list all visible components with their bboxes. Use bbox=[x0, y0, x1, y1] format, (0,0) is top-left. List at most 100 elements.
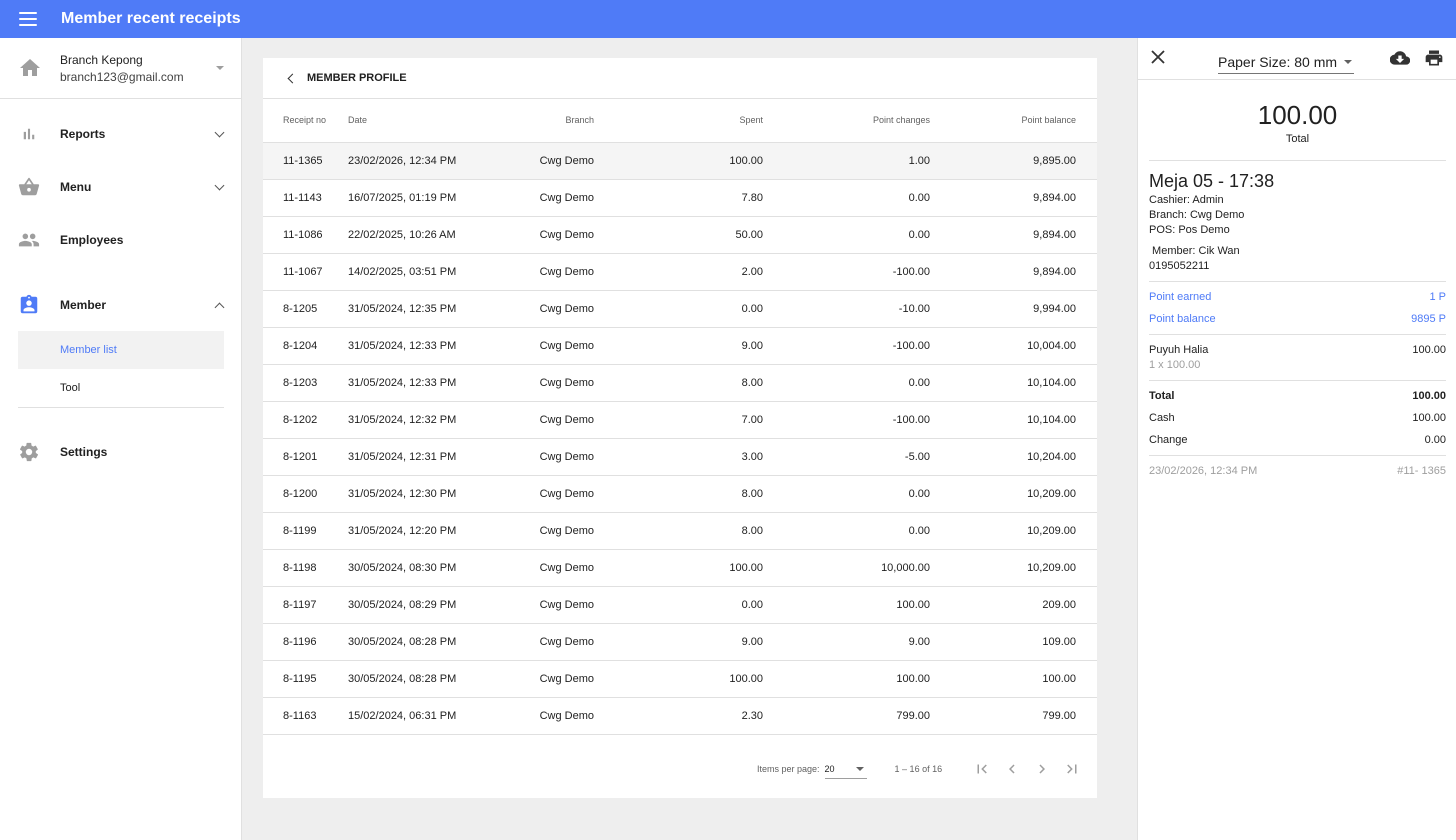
column-header-branch[interactable]: Branch bbox=[498, 99, 594, 143]
table-row[interactable]: 11-1143 16/07/2025, 01:19 PM Cwg Demo 7.80 0… bbox=[263, 179, 1097, 217]
point-balance-cell: 10,104.00 bbox=[930, 401, 1097, 439]
point-earned-row: Point earned 1 P bbox=[1149, 291, 1446, 303]
items-per-page-select[interactable]: 20 bbox=[824, 759, 867, 779]
table-row[interactable]: 11-1067 14/02/2025, 03:51 PM Cwg Demo 2.00-… bbox=[263, 253, 1097, 291]
account-switcher[interactable]: Branch Kepong branch123@gmail.com bbox=[0, 38, 241, 99]
table-row[interactable]: 8-1197 30/05/2024, 08:29 PM Cwg Demo 0.00 10… bbox=[263, 586, 1097, 624]
point-earned-value: 1 P bbox=[1429, 291, 1446, 303]
table-row[interactable]: 11-1086 22/02/2025, 10:26 AM Cwg Demo 50.00… bbox=[263, 216, 1097, 254]
sidebar-item-reports[interactable]: Reports bbox=[0, 107, 241, 160]
branch-cell: Cwg Demo bbox=[498, 327, 594, 365]
column-header-receipt-no[interactable]: Receipt no bbox=[263, 99, 348, 143]
point-changes-cell: -100.00 bbox=[763, 253, 930, 291]
branch-cell: Cwg Demo bbox=[498, 586, 594, 624]
branch-cell: Cwg Demo bbox=[498, 290, 594, 328]
next-page-button[interactable] bbox=[1032, 759, 1052, 779]
table-row[interactable]: 8-1195 30/05/2024, 08:28 PM Cwg Demo 100.00… bbox=[263, 660, 1097, 698]
table-row[interactable]: 8-1200 31/05/2024, 12:30 PM Cwg Demo 8.00 0.… bbox=[263, 475, 1097, 513]
spent-cell: 2.00 bbox=[594, 253, 763, 291]
member-profile-card: MEMBER PROFILE Receipt no Date Branch Sp… bbox=[263, 58, 1097, 798]
receipt-change-row: Change 0.00 bbox=[1149, 434, 1446, 446]
spent-cell: 0.00 bbox=[594, 586, 763, 624]
gear-icon bbox=[18, 441, 40, 463]
cloud-download-icon[interactable] bbox=[1390, 48, 1410, 68]
point-changes-cell: 10,000.00 bbox=[763, 549, 930, 587]
page-title: Member recent receipts bbox=[61, 10, 241, 27]
spent-cell: 9.00 bbox=[594, 623, 763, 661]
spent-cell: 8.00 bbox=[594, 512, 763, 550]
table-row[interactable]: 8-1199 31/05/2024, 12:20 PM Cwg Demo 8.00 0.… bbox=[263, 512, 1097, 550]
point-changes-cell: 0.00 bbox=[763, 512, 930, 550]
spent-cell: 100.00 bbox=[594, 660, 763, 698]
table-row[interactable]: 8-1201 31/05/2024, 12:31 PM Cwg Demo 3.00 -5… bbox=[263, 438, 1097, 476]
table-row[interactable]: 8-1196 30/05/2024, 08:28 PM Cwg Demo 9.00 9.… bbox=[263, 623, 1097, 661]
point-changes-cell: 0.00 bbox=[763, 364, 930, 402]
receipt-total-amount: 100.00 bbox=[1257, 100, 1338, 130]
sidebar-item-label: Menu bbox=[60, 179, 92, 194]
table-row[interactable]: 8-1163 15/02/2024, 06:31 PM Cwg Demo 2.30 79… bbox=[263, 697, 1097, 735]
prev-page-button[interactable] bbox=[1002, 759, 1022, 779]
page-range: 1 – 16 of 16 bbox=[894, 764, 943, 774]
sidebar-item-settings[interactable]: Settings bbox=[0, 425, 241, 478]
receipt-cash-row: Cash 100.00 bbox=[1149, 412, 1446, 424]
table-row[interactable]: 11-1365 23/02/2026, 12:34 PM Cwg Demo 100.0… bbox=[263, 142, 1097, 180]
date-cell: 31/05/2024, 12:33 PM bbox=[348, 364, 498, 402]
last-page-button[interactable] bbox=[1062, 759, 1082, 779]
card-header: MEMBER PROFILE bbox=[263, 58, 1097, 99]
close-icon[interactable] bbox=[1151, 50, 1165, 64]
receipt-pos: POS: Pos Demo bbox=[1149, 224, 1230, 236]
divider bbox=[1149, 281, 1446, 282]
point-changes-cell: -10.00 bbox=[763, 290, 930, 328]
paper-size-value: Paper Size: 80 mm bbox=[1218, 53, 1338, 70]
receipt-no-cell: 11-1365 bbox=[263, 142, 348, 180]
receipts-table: Receipt no Date Branch Spent Point chang… bbox=[263, 99, 1097, 735]
table-body: 11-1365 23/02/2026, 12:34 PM Cwg Demo 100.0… bbox=[263, 142, 1097, 735]
table-row[interactable]: 8-1203 31/05/2024, 12:33 PM Cwg Demo 8.00 0.… bbox=[263, 364, 1097, 402]
cash-value: 100.00 bbox=[1412, 412, 1446, 424]
branch-cell: Cwg Demo bbox=[498, 549, 594, 587]
spent-cell: 3.00 bbox=[594, 438, 763, 476]
first-page-button[interactable] bbox=[972, 759, 992, 779]
print-icon[interactable] bbox=[1424, 48, 1444, 68]
point-changes-cell: -100.00 bbox=[763, 401, 930, 439]
date-cell: 30/05/2024, 08:28 PM bbox=[348, 660, 498, 698]
point-changes-cell: 1.00 bbox=[763, 142, 930, 180]
total-label: Total bbox=[1149, 390, 1175, 402]
branch-cell: Cwg Demo bbox=[498, 216, 594, 254]
table-row[interactable]: 8-1198 30/05/2024, 08:30 PM Cwg Demo 100.00… bbox=[263, 549, 1097, 587]
receipt-cashier: Cashier: Admin bbox=[1149, 194, 1224, 206]
account-name: Branch Kepong bbox=[60, 52, 143, 67]
caret-down-icon[interactable] bbox=[216, 66, 224, 70]
receipt-no-cell: 8-1204 bbox=[263, 327, 348, 365]
point-balance-cell: 109.00 bbox=[930, 623, 1097, 661]
column-header-point-changes[interactable]: Point changes bbox=[763, 99, 930, 143]
sidebar-item-employees[interactable]: Employees bbox=[0, 213, 241, 266]
receipt-toolbar: Paper Size: 80 mm bbox=[1138, 38, 1456, 80]
sidebar-item-member[interactable]: Member bbox=[0, 278, 241, 331]
receipt-total-row: Total 100.00 bbox=[1149, 390, 1446, 402]
sidebar-item-member-list[interactable]: Member list bbox=[18, 331, 224, 369]
paper-size-select[interactable]: Paper Size: 80 mm bbox=[1218, 50, 1354, 74]
point-changes-cell: 0.00 bbox=[763, 475, 930, 513]
receipt-no-cell: 11-1067 bbox=[263, 253, 348, 291]
sidebar-item-tool[interactable]: Tool bbox=[18, 369, 224, 407]
receipt-no-cell: 11-1143 bbox=[263, 179, 348, 217]
total-value: 100.00 bbox=[1412, 390, 1446, 402]
table-row[interactable]: 8-1204 31/05/2024, 12:33 PM Cwg Demo 9.00 -1… bbox=[263, 327, 1097, 365]
date-cell: 31/05/2024, 12:30 PM bbox=[348, 475, 498, 513]
branch-cell: Cwg Demo bbox=[498, 253, 594, 291]
divider bbox=[1149, 455, 1446, 456]
point-balance-cell: 9,894.00 bbox=[930, 216, 1097, 254]
column-header-spent[interactable]: Spent bbox=[594, 99, 763, 143]
sidebar-item-menu[interactable]: Menu bbox=[0, 160, 241, 213]
menu-icon[interactable] bbox=[19, 12, 37, 26]
spent-cell: 2.30 bbox=[594, 697, 763, 735]
table-row[interactable]: 8-1202 31/05/2024, 12:32 PM Cwg Demo 7.00 -1… bbox=[263, 401, 1097, 439]
receipt-no-cell: 8-1198 bbox=[263, 549, 348, 587]
column-header-date[interactable]: Date bbox=[348, 99, 498, 143]
table-row[interactable]: 8-1205 31/05/2024, 12:35 PM Cwg Demo 0.00 -1… bbox=[263, 290, 1097, 328]
back-arrow-icon[interactable] bbox=[287, 73, 298, 83]
column-header-point-balance[interactable]: Point balance bbox=[930, 99, 1097, 143]
date-cell: 15/02/2024, 06:31 PM bbox=[348, 697, 498, 735]
point-changes-cell: 100.00 bbox=[763, 586, 930, 624]
